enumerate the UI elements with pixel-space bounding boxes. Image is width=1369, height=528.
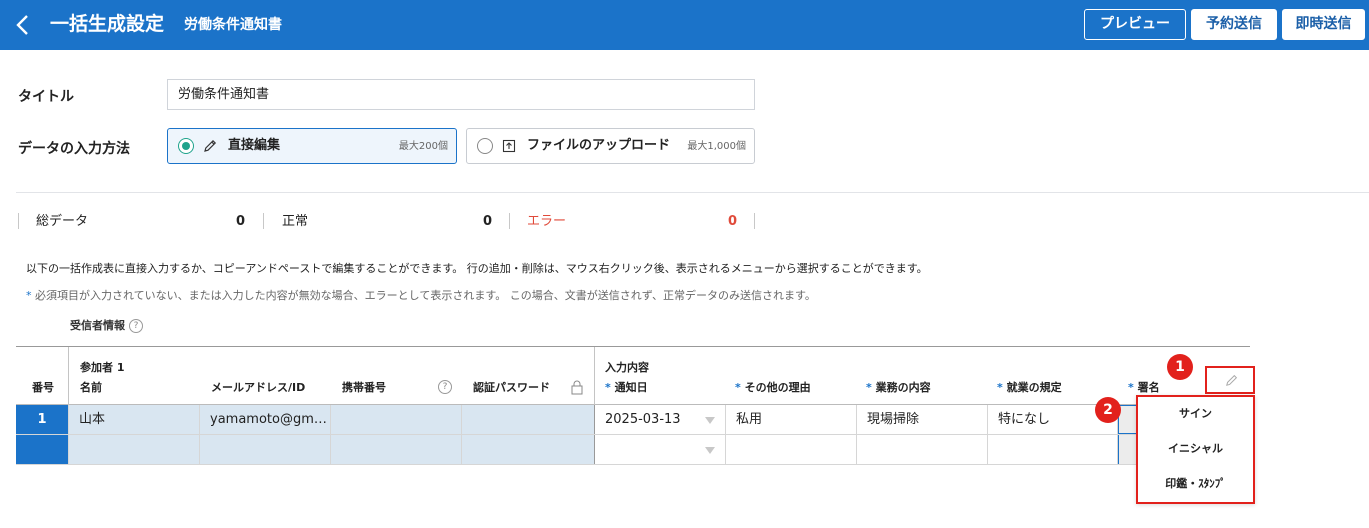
password-cell[interactable] bbox=[462, 405, 595, 434]
header-input-group: 入力内容 bbox=[605, 361, 649, 374]
instruction-text: 以下の一括作成表に直接入力するか、コピーアンドペーストで編集することができます。… bbox=[26, 262, 928, 275]
callout-badge-1: 1 bbox=[1167, 354, 1193, 380]
header-email: メールアドレス/ID bbox=[211, 381, 306, 394]
signature-edit-button[interactable] bbox=[1205, 366, 1255, 394]
bulk-table: 番号 参加者 1 名前 メールアドレス/ID 携帯番号 ? 認証パスワード 入力… bbox=[16, 346, 1250, 465]
normal-value: 0 bbox=[483, 214, 493, 229]
password-cell[interactable] bbox=[462, 435, 595, 464]
other-reason-cell[interactable]: 私用 bbox=[726, 405, 857, 434]
normal-label: 正常 bbox=[282, 214, 309, 229]
employment-rules-cell[interactable] bbox=[988, 435, 1118, 464]
menu-item-initial[interactable]: イニシャル bbox=[1138, 432, 1253, 466]
recipient-info-heading: 受信者情報? bbox=[70, 319, 143, 333]
header-password: 認証パスワード bbox=[473, 381, 550, 394]
callout-badge-2: 2 bbox=[1095, 397, 1121, 423]
send-now-button[interactable]: 即時送信 bbox=[1282, 9, 1365, 40]
name-cell[interactable] bbox=[69, 435, 200, 464]
stat-separator bbox=[18, 213, 19, 229]
row-number-cell[interactable] bbox=[16, 435, 69, 464]
phone-cell[interactable] bbox=[331, 405, 462, 434]
error-value: 0 bbox=[728, 214, 738, 229]
header-work-content: * 業務の内容 bbox=[866, 381, 931, 394]
back-chevron-icon[interactable] bbox=[12, 12, 34, 38]
top-bar: 一括生成設定 労働条件通知書 プレビュー 予約送信 即時送信 bbox=[0, 0, 1369, 50]
work-content-cell[interactable]: 現場掃除 bbox=[857, 405, 988, 434]
column-divider bbox=[594, 347, 595, 405]
signature-type-menu: サイン イニシャル 印鑑・ｽﾀﾝﾌﾟ bbox=[1136, 395, 1255, 504]
document-name: 労働条件通知書 bbox=[184, 17, 282, 33]
required-note-text: 必須項目が入力されていない、または入力した内容が無効な場合、エラーとして表示され… bbox=[31, 289, 816, 302]
pencil-icon bbox=[1226, 374, 1238, 386]
table-row: 1 山本 yamamoto@gm… 2025-03-13 私用 現場掃除 特にな… bbox=[16, 405, 1250, 435]
work-content-cell[interactable] bbox=[857, 435, 988, 464]
header-number: 番号 bbox=[32, 381, 54, 394]
notice-date-cell[interactable] bbox=[595, 435, 726, 464]
header-phone: 携帯番号 bbox=[342, 381, 386, 394]
column-divider bbox=[68, 347, 69, 405]
help-icon[interactable]: ? bbox=[129, 319, 143, 333]
direct-edit-radio[interactable] bbox=[178, 138, 194, 154]
name-cell[interactable]: 山本 bbox=[69, 405, 200, 434]
header-signature: * 署名 bbox=[1128, 381, 1160, 394]
input-method-label: データの入力方法 bbox=[18, 141, 130, 157]
lock-icon bbox=[570, 379, 584, 395]
total-data-value: 0 bbox=[236, 214, 246, 229]
other-reason-cell[interactable] bbox=[726, 435, 857, 464]
email-cell[interactable]: yamamoto@gm… bbox=[200, 405, 331, 434]
header-employment-rules: * 就業の規定 bbox=[997, 381, 1062, 394]
menu-item-sign[interactable]: サイン bbox=[1138, 397, 1253, 431]
header-participant-group: 参加者 1 bbox=[80, 361, 125, 374]
file-upload-label: ファイルのアップロード bbox=[527, 138, 671, 153]
title-label: タイトル bbox=[18, 89, 74, 105]
recipient-info-label: 受信者情報 bbox=[70, 319, 125, 332]
direct-edit-max: 最大200個 bbox=[398, 141, 448, 152]
error-label: エラー bbox=[527, 214, 567, 229]
total-data-label: 総データ bbox=[36, 214, 89, 229]
dropdown-arrow-icon[interactable] bbox=[705, 417, 715, 424]
page-title: 一括生成設定 bbox=[50, 13, 165, 35]
dropdown-arrow-icon[interactable] bbox=[705, 447, 715, 454]
row-number-cell[interactable]: 1 bbox=[16, 405, 69, 434]
direct-edit-label: 直接編集 bbox=[228, 138, 281, 153]
preview-button[interactable]: プレビュー bbox=[1084, 9, 1186, 40]
direct-edit-option[interactable]: 直接編集 最大200個 bbox=[167, 128, 457, 164]
header-other-reason: * その他の理由 bbox=[735, 381, 811, 394]
required-note: * 必須項目が入力されていない、または入力した内容が無効な場合、エラーとして表示… bbox=[26, 289, 816, 303]
table-row bbox=[16, 435, 1250, 465]
phone-help-icon[interactable]: ? bbox=[438, 380, 452, 394]
header-name: 名前 bbox=[80, 381, 102, 394]
file-upload-max: 最大1,000個 bbox=[687, 141, 746, 152]
stat-separator bbox=[509, 213, 510, 229]
phone-cell[interactable] bbox=[331, 435, 462, 464]
menu-item-seal-stamp[interactable]: 印鑑・ｽﾀﾝﾌﾟ bbox=[1138, 467, 1253, 501]
table-header: 番号 参加者 1 名前 メールアドレス/ID 携帯番号 ? 認証パスワード 入力… bbox=[16, 346, 1250, 405]
title-input[interactable]: 労働条件通知書 bbox=[167, 79, 755, 110]
file-upload-radio[interactable] bbox=[477, 138, 493, 154]
notice-date-cell[interactable]: 2025-03-13 bbox=[595, 405, 726, 434]
email-cell[interactable] bbox=[200, 435, 331, 464]
divider bbox=[16, 192, 1369, 193]
header-notice-date: * 通知日 bbox=[605, 381, 648, 394]
stat-separator bbox=[263, 213, 264, 229]
upload-icon bbox=[501, 138, 517, 154]
stat-separator bbox=[754, 213, 755, 229]
pencil-icon bbox=[202, 138, 218, 154]
schedule-send-button[interactable]: 予約送信 bbox=[1191, 9, 1277, 40]
file-upload-option[interactable]: ファイルのアップロード 最大1,000個 bbox=[466, 128, 755, 164]
